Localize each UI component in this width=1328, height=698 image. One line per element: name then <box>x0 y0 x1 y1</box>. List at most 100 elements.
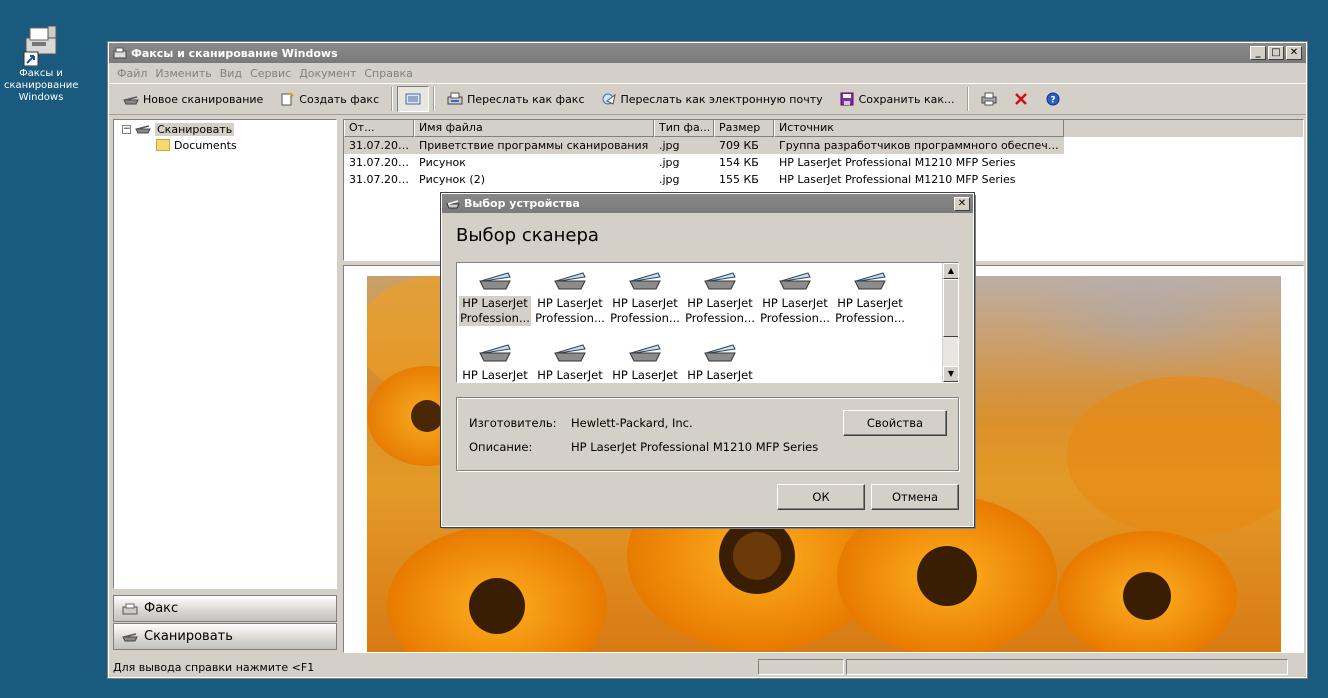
cell-date: 31.07.201... <box>349 156 414 169</box>
cell-size: 155 КБ <box>719 173 759 186</box>
scanner-item[interactable]: HP LaserJet Profession... <box>609 263 681 326</box>
scanner-item[interactable]: HP LaserJet Profession... <box>459 263 531 326</box>
scanner-list: HP LaserJet Profession... HP LaserJet Prof… <box>456 262 959 383</box>
menu-view[interactable]: Вид <box>218 67 248 80</box>
cell-size: 154 КБ <box>719 156 759 169</box>
cell-filetype: .jpg <box>654 137 714 154</box>
scanner-item[interactable]: HP LaserJet Profession... <box>834 263 906 326</box>
maximize-button[interactable]: □ <box>1268 46 1284 60</box>
description-value: HP LaserJet Professional M1210 MFP Serie… <box>571 440 819 454</box>
scanner-item[interactable]: HP LaserJet <box>609 335 681 382</box>
fax-icon <box>122 603 138 614</box>
folder-tree: − Сканировать Documents <box>113 119 337 589</box>
cell-source: HP LaserJet Professional M1210 MFP Serie… <box>779 173 1016 186</box>
device-info-box: Изготовитель: Hewlett-Packard, Inc. Опис… <box>456 397 959 471</box>
save-icon <box>840 92 854 106</box>
scanner-item[interactable]: HP LaserJet Profession... <box>684 263 756 326</box>
scanner-label: Profession... <box>835 311 905 325</box>
title-bar[interactable]: Факсы и сканирование Windows _ □ ✕ <box>109 43 1306 63</box>
desktop-icon-fax-scan[interactable]: Факсы и сканирование Windows <box>4 22 78 104</box>
forward-as-email-button[interactable]: Переслать как электронную почту <box>593 86 831 112</box>
forward-as-fax-label: Переслать как факс <box>467 92 585 106</box>
forward-as-fax-button[interactable]: Переслать как факс <box>439 86 592 112</box>
column-filetype[interactable]: Тип фа... <box>654 120 714 137</box>
scroll-thumb[interactable] <box>943 279 958 337</box>
scanner-item[interactable]: HP LaserJet Profession... <box>759 263 831 326</box>
create-fax-button[interactable]: Создать факс <box>271 86 387 112</box>
scanner-item[interactable]: HP LaserJet <box>684 335 756 382</box>
scanner-label: HP LaserJet <box>612 296 678 310</box>
create-fax-label: Создать факс <box>299 92 380 106</box>
minimize-button[interactable]: _ <box>1250 46 1266 60</box>
new-scan-label: Новое сканирование <box>143 92 264 106</box>
table-row[interactable]: 31.07.201... Рисунок .jpg 154 КБ HP Lase… <box>344 154 1303 171</box>
scanner-item[interactable]: HP LaserJet <box>534 335 606 382</box>
scanner-label: HP LaserJet <box>687 296 753 310</box>
scroll-down-arrow-icon[interactable]: ▼ <box>943 366 958 382</box>
table-row[interactable]: 31.07.201... Рисунок (2) .jpg 155 КБ HP … <box>344 171 1303 188</box>
description-row: Описание: HP LaserJet Professional M1210… <box>469 440 818 454</box>
scanner-icon <box>703 269 737 291</box>
collapse-icon[interactable]: − <box>122 124 131 134</box>
scanner-label: HP LaserJet <box>537 368 603 382</box>
column-date[interactable]: От... <box>344 120 414 137</box>
scanner-icon <box>135 125 151 134</box>
preview-toggle-button[interactable] <box>397 86 430 112</box>
scanner-label: Profession... <box>610 311 680 325</box>
column-size[interactable]: Размер <box>714 120 774 137</box>
scanner-icon <box>478 269 512 291</box>
menu-file[interactable]: Файл <box>115 67 153 80</box>
save-as-label: Сохранить как... <box>858 92 955 106</box>
menu-document[interactable]: Документ <box>297 67 362 80</box>
folder-icon <box>156 139 170 151</box>
tree-item-scan[interactable]: − Сканировать <box>114 121 336 137</box>
status-panel <box>846 659 1288 675</box>
new-document-icon <box>281 92 295 106</box>
scanner-label: HP LaserJet <box>462 296 528 310</box>
status-panel <box>758 659 844 675</box>
cell-filetype: .jpg <box>659 156 680 169</box>
column-source[interactable]: Источник <box>774 120 1064 137</box>
cell-date: 31.07.201... <box>344 137 414 154</box>
cancel-button[interactable]: Отмена <box>871 484 959 510</box>
cell-filetype: .jpg <box>659 173 680 186</box>
scroll-up-arrow-icon[interactable]: ▲ <box>943 263 958 279</box>
dialog-title-bar[interactable]: Выбор устройства ✕ <box>442 194 973 213</box>
scanner-item[interactable]: HP LaserJet <box>459 335 531 382</box>
column-filename[interactable]: Имя файла <box>414 120 654 137</box>
status-help-text: Для вывода справки нажмите <F1 <box>113 660 315 674</box>
menu-edit[interactable]: Изменить <box>153 67 217 80</box>
cell-filename: Рисунок (2) <box>419 173 485 186</box>
properties-button[interactable]: Свойства <box>843 410 947 436</box>
scanner-label: Profession... <box>460 311 530 325</box>
dialog-close-button[interactable]: ✕ <box>954 196 970 211</box>
manufacturer-value: Hewlett-Packard, Inc. <box>571 416 693 430</box>
nav-fax-button[interactable]: Факс <box>113 595 337 622</box>
scanner-icon <box>703 341 737 363</box>
preview-pane-icon <box>405 93 421 105</box>
toolbar-separator <box>433 87 436 111</box>
tree-item-documents[interactable]: Documents <box>114 137 336 153</box>
nav-scan-button[interactable]: Сканировать <box>113 623 337 650</box>
toolbar: Новое сканирование Создать факс Переслат… <box>109 83 1306 115</box>
ok-button[interactable]: ОК <box>777 484 865 510</box>
menu-help[interactable]: Справка <box>362 67 418 80</box>
delete-button[interactable] <box>1005 86 1037 112</box>
save-as-button[interactable]: Сохранить как... <box>831 86 963 112</box>
description-key: Описание: <box>469 440 533 454</box>
help-icon: ? <box>1046 92 1059 106</box>
table-row[interactable]: 31.07.201... Приветствие программы скани… <box>344 137 1303 154</box>
cell-filename: Рисунок <box>419 156 466 169</box>
fax-scanner-icon <box>20 22 62 67</box>
menu-tools[interactable]: Сервис <box>248 67 297 80</box>
scanner-label: HP LaserJet <box>612 368 678 382</box>
close-button[interactable]: ✕ <box>1286 46 1302 60</box>
scanner-label: Profession... <box>760 311 830 325</box>
print-button[interactable] <box>973 86 1005 112</box>
scanner-item[interactable]: HP LaserJet Profession... <box>534 263 606 326</box>
menu-bar: Файл Изменить Вид Сервис Документ Справк… <box>109 63 1306 83</box>
new-scan-button[interactable]: Новое сканирование <box>115 86 271 112</box>
help-button[interactable]: ? <box>1037 86 1069 112</box>
scanner-list-scrollbar[interactable]: ▲ ▼ <box>942 263 958 382</box>
select-device-dialog: Выбор устройства ✕ Выбор сканера HP Lase… <box>440 192 975 528</box>
